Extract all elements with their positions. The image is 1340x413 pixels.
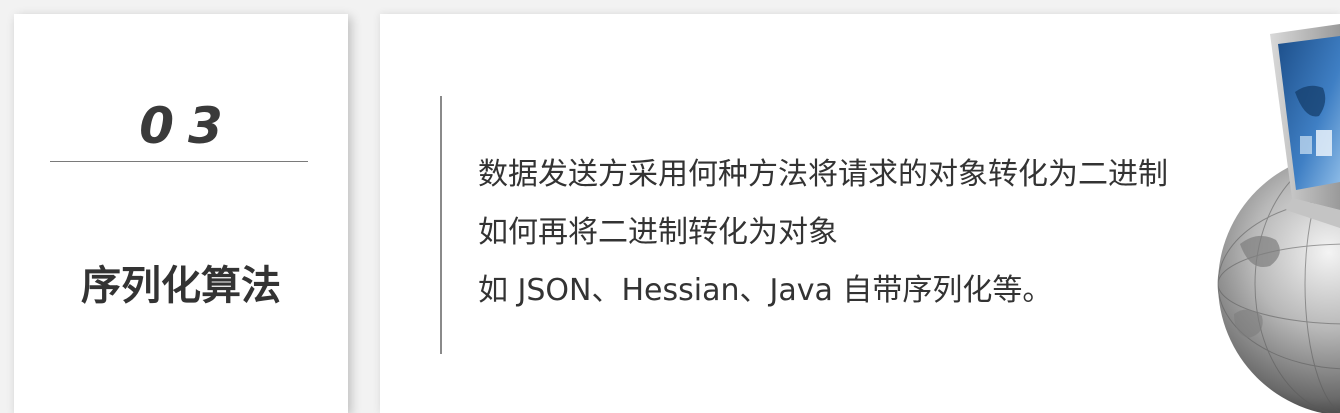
section-title: 序列化算法 xyxy=(81,263,281,309)
vertical-divider xyxy=(440,96,442,354)
description-line-2: 如何再将二进制转化为对象 xyxy=(478,215,838,250)
section-number: 03 xyxy=(139,97,237,155)
description-text: 数据发送方采用何种方法将请求的对象转化为二进制 如何再将二进制转化为对象 如 J… xyxy=(478,146,1168,320)
laptop-on-globe-icon xyxy=(1217,24,1340,413)
section-divider xyxy=(50,161,308,162)
description-line-3: 如 JSON、Hessian、Java 自带序列化等。 xyxy=(478,273,1053,308)
content-panel: 数据发送方采用何种方法将请求的对象转化为二进制 如何再将二进制转化为对象 如 J… xyxy=(380,14,1340,413)
section-card: 03 序列化算法 xyxy=(14,14,348,413)
description-line-1: 数据发送方采用何种方法将请求的对象转化为二进制 xyxy=(478,157,1168,192)
